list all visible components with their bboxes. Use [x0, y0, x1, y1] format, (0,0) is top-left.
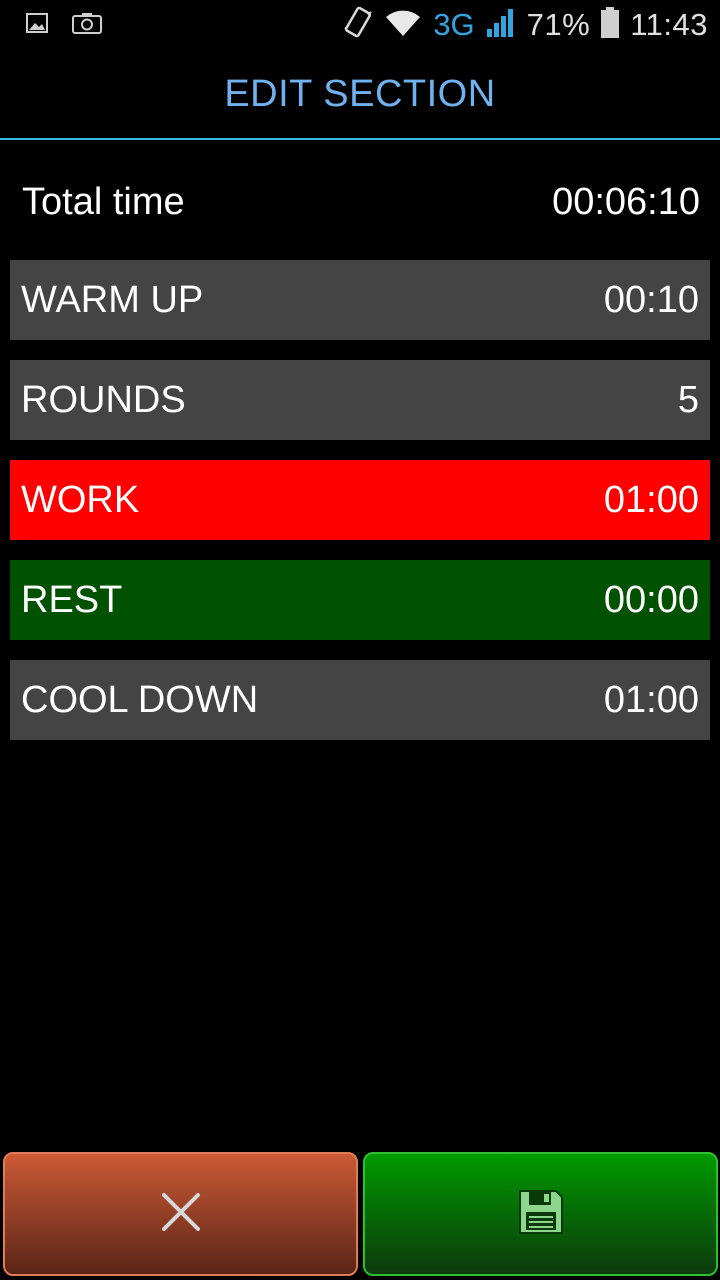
signal-icon [485, 8, 517, 43]
total-time-row: Total time 00:06:10 [22, 170, 700, 234]
battery-percent: 71% [526, 7, 591, 42]
camera-icon [72, 12, 102, 39]
rounds-label: ROUNDS [21, 378, 186, 421]
status-bar: 3G 71% 11:43 [0, 0, 720, 50]
vibrate-icon [343, 5, 373, 46]
page-title: EDIT SECTION [224, 72, 496, 115]
work-label: WORK [21, 478, 140, 521]
gallery-icon [26, 13, 48, 38]
warm-up-value: 00:10 [603, 278, 699, 321]
battery-icon [600, 6, 620, 44]
cool-down-label: COOL DOWN [21, 678, 259, 721]
floppy-disk-icon [517, 1188, 565, 1241]
total-time-value: 00:06:10 [552, 180, 700, 223]
cool-down-row[interactable]: COOL DOWN 01:00 [10, 660, 710, 740]
status-bar-right: 3G 71% 11:43 [343, 4, 708, 46]
cancel-button[interactable] [3, 1152, 358, 1276]
warm-up-label: WARM UP [21, 278, 204, 321]
rest-value: 00:00 [603, 578, 699, 621]
rest-label: REST [21, 578, 123, 621]
work-row[interactable]: WORK 01:00 [10, 460, 710, 540]
section-list: WARM UP 00:10 ROUNDS 5 WORK 01:00 REST 0… [10, 260, 710, 760]
work-value: 01:00 [603, 478, 699, 521]
rest-row[interactable]: REST 00:00 [10, 560, 710, 640]
clock: 11:43 [630, 7, 708, 42]
rounds-row[interactable]: ROUNDS 5 [10, 360, 710, 440]
rounds-value: 5 [677, 378, 699, 421]
close-icon [160, 1191, 202, 1238]
header: EDIT SECTION [0, 50, 720, 140]
total-time-label: Total time [22, 180, 185, 223]
edit-section-screen: 3G 71% 11:43 EDIT SECTION Total time 00:… [0, 0, 720, 1280]
network-type: 3G [433, 7, 475, 42]
status-bar-left [26, 12, 102, 39]
warm-up-row[interactable]: WARM UP 00:10 [10, 260, 710, 340]
wifi-icon [383, 8, 423, 43]
save-button[interactable] [363, 1152, 718, 1276]
cool-down-value: 01:00 [603, 678, 699, 721]
